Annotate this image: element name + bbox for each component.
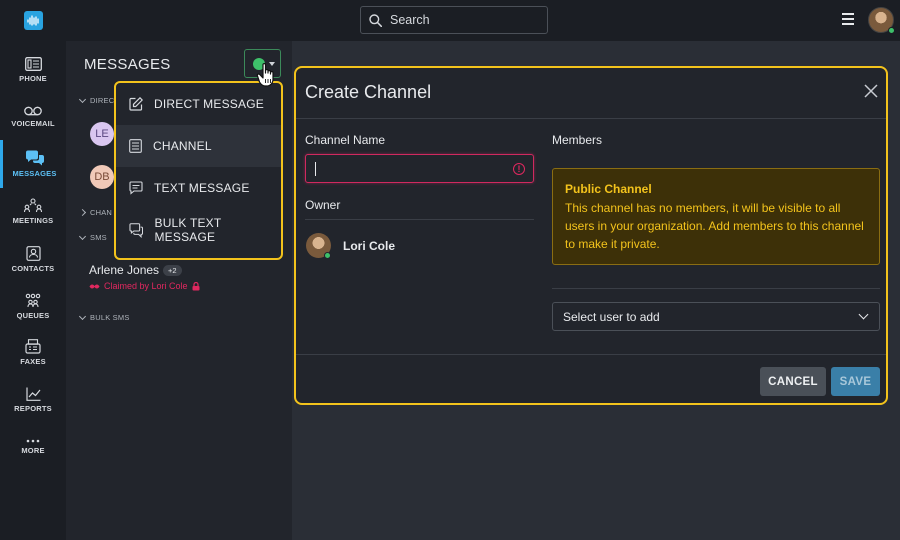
section-direct[interactable]: DIREC <box>78 95 115 105</box>
channel-icon <box>129 139 142 153</box>
contact-avatar-db[interactable]: DB <box>90 165 114 189</box>
online-status-dot <box>888 27 895 34</box>
members-label: Members <box>552 133 603 147</box>
owner-name: Lori Cole <box>343 239 396 253</box>
nav-meetings[interactable]: MEETINGS <box>0 187 66 235</box>
text-message-icon <box>129 181 143 195</box>
section-sms-label: SMS <box>90 233 107 242</box>
chevron-down-icon <box>78 312 87 320</box>
close-icon[interactable] <box>864 84 878 98</box>
nav-phone-label: PHONE <box>19 74 47 83</box>
nav-queues-label: QUEUES <box>16 310 50 320</box>
sms-conversation[interactable]: Arlene Jones +2 <box>89 263 182 277</box>
contacts-icon <box>25 245 41 261</box>
nav-more[interactable]: MORE <box>0 423 66 471</box>
members-divider <box>552 288 880 289</box>
nav-faxes-label: FAXES <box>20 356 46 366</box>
contact-avatar-le[interactable]: LE <box>90 122 114 146</box>
queues-icon <box>25 293 41 307</box>
claimed-status: Claimed by Lori Cole <box>89 281 200 291</box>
nav-faxes[interactable]: FAXES <box>0 328 66 376</box>
search-input[interactable] <box>390 13 540 27</box>
menu-item-bulk-text-message-label: BULK TEXT MESSAGE <box>154 216 222 244</box>
nav-messages[interactable]: MESSAGES <box>0 140 66 188</box>
nav-reports[interactable]: REPORTS <box>0 376 66 424</box>
messages-title: MESSAGES <box>84 56 171 73</box>
messages-icon <box>25 150 44 166</box>
owner-label: Owner <box>305 198 341 212</box>
chevron-right-icon <box>78 208 87 217</box>
channel-name-input[interactable] <box>306 155 501 182</box>
menu-item-channel[interactable]: CHANNEL <box>116 125 281 167</box>
menu-item-direct-message-label: DIRECT MESSAGE <box>154 97 264 111</box>
reports-icon <box>25 387 40 401</box>
section-channels-label: CHAN <box>90 208 113 217</box>
lock-icon <box>192 281 200 290</box>
bulk-text-icon <box>129 222 144 238</box>
notice-body: This channel has no members, it will be … <box>565 201 864 251</box>
nav-phone[interactable]: PHONE <box>0 46 66 94</box>
phone-icon <box>24 57 42 71</box>
nav-more-label: MORE <box>21 446 45 455</box>
create-channel-modal: Create Channel Channel Name ! Owner Lori… <box>294 66 888 405</box>
chevron-down-icon <box>858 309 869 320</box>
participant-count-badge: +2 <box>163 264 182 276</box>
menu-item-bulk-text-message[interactable]: BULK TEXT MESSAGE <box>116 209 281 251</box>
nav-meetings-label: MEETINGS <box>12 215 54 225</box>
select-user-dropdown[interactable]: Select user to add <box>552 302 880 331</box>
select-user-placeholder: Select user to add <box>563 309 660 324</box>
cancel-button[interactable]: CANCEL <box>760 367 826 396</box>
menu-item-direct-message[interactable]: DIRECT MESSAGE <box>116 83 281 125</box>
claimed-icon <box>89 284 100 288</box>
nav-contacts-label: CONTACTS <box>11 263 55 273</box>
menu-icon[interactable] <box>842 13 854 27</box>
nav-messages-label: MESSAGES <box>12 169 57 178</box>
owner-online-dot <box>324 252 331 259</box>
voicemail-icon <box>24 106 42 116</box>
menu-item-text-message[interactable]: TEXT MESSAGE <box>116 167 281 209</box>
sms-contact-name: Arlene Jones <box>89 263 160 277</box>
app-logo[interactable] <box>24 11 43 30</box>
public-channel-notice: Public Channel This channel has no membe… <box>552 168 880 265</box>
search-icon <box>369 13 382 27</box>
save-button[interactable]: SAVE <box>831 367 880 396</box>
edit-icon <box>129 97 143 111</box>
hand-cursor-icon <box>256 63 274 87</box>
modal-footer-divider <box>296 354 886 355</box>
channel-name-label: Channel Name <box>305 133 386 147</box>
text-caret <box>315 162 316 176</box>
section-sms[interactable]: SMS <box>78 232 107 242</box>
meetings-icon <box>24 197 42 212</box>
channel-name-field[interactable]: ! <box>305 154 534 183</box>
search-box[interactable] <box>360 6 548 34</box>
compose-dropdown-menu: DIRECT MESSAGE CHANNEL TEXT MESSAGE BULK… <box>114 81 283 260</box>
fax-icon <box>25 338 41 354</box>
menu-item-channel-label: CHANNEL <box>153 139 212 153</box>
modal-header-divider <box>296 118 886 119</box>
left-nav: PHONE VOICEMAIL MESSAGES MEETINGS CONTAC… <box>0 0 66 540</box>
chevron-down-icon <box>78 95 87 103</box>
logo-icon <box>27 15 39 26</box>
nav-contacts[interactable]: CONTACTS <box>0 235 66 283</box>
modal-title: Create Channel <box>305 82 432 102</box>
section-channels[interactable]: CHAN <box>78 208 113 217</box>
menu-item-text-message-label: TEXT MESSAGE <box>154 181 250 195</box>
nav-voicemail-label: VOICEMAIL <box>11 119 55 128</box>
section-bulk-sms-label: BULK SMS <box>90 313 130 322</box>
error-icon: ! <box>513 163 525 175</box>
owner-divider <box>305 219 534 220</box>
chevron-down-icon <box>78 232 87 240</box>
section-direct-label: DIREC <box>90 96 115 105</box>
nav-reports-label: REPORTS <box>14 404 52 413</box>
claimed-text: Claimed by Lori Cole <box>104 281 188 291</box>
notice-title: Public Channel <box>565 182 652 196</box>
nav-voicemail[interactable]: VOICEMAIL <box>0 93 66 141</box>
section-bulk-sms[interactable]: BULK SMS <box>78 312 130 322</box>
nav-queues[interactable]: QUEUES <box>0 282 66 330</box>
top-bar <box>66 0 900 41</box>
more-icon <box>26 439 40 443</box>
